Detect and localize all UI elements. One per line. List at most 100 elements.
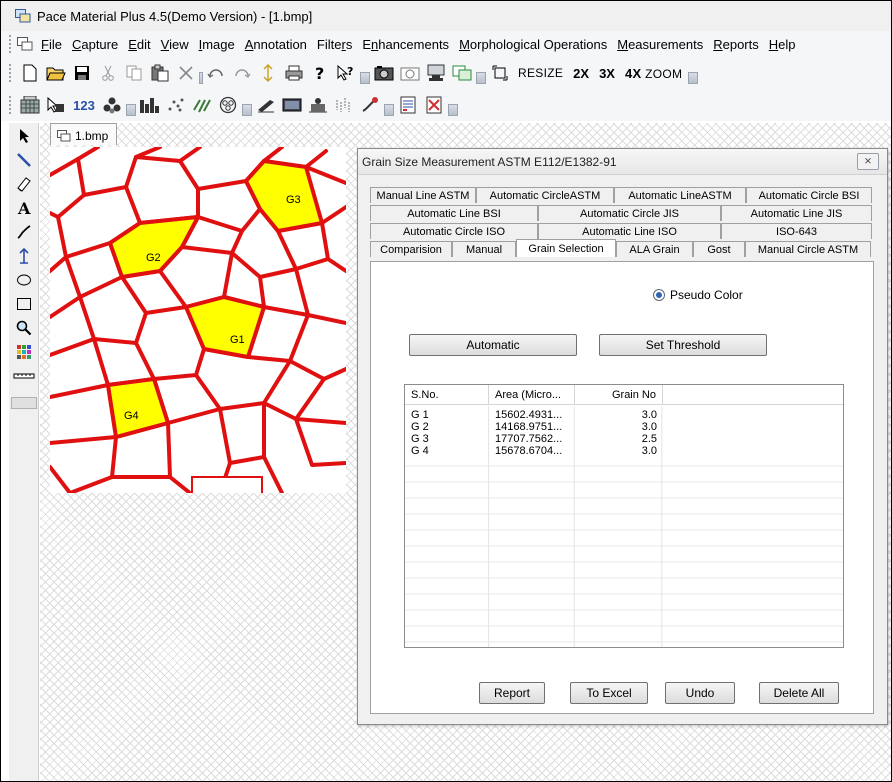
to-excel-button[interactable]: To Excel bbox=[570, 682, 648, 704]
tab-iso-643[interactable]: ISO-643 bbox=[721, 223, 872, 239]
grain-image-canvas[interactable]: G2 G3 G1 G4 bbox=[50, 147, 346, 493]
rotate-button[interactable] bbox=[257, 62, 279, 84]
set-threshold-button[interactable]: Set Threshold bbox=[599, 334, 767, 356]
grip-handle[interactable] bbox=[9, 64, 13, 82]
count-button[interactable]: 123 bbox=[71, 94, 97, 116]
open-file-button[interactable] bbox=[45, 62, 67, 84]
menu-item-view[interactable]: View bbox=[157, 37, 193, 52]
menu-item-help[interactable]: Help bbox=[765, 37, 800, 52]
text-tool-button[interactable]: A bbox=[11, 197, 37, 219]
coating-button[interactable] bbox=[255, 94, 277, 116]
tab-automatic-circle-bsi[interactable]: Automatic Circle BSI bbox=[746, 187, 872, 203]
menu-item-reports[interactable]: Reports bbox=[709, 37, 763, 52]
report-button[interactable]: Report bbox=[479, 682, 545, 704]
document-tab[interactable]: 1.bmp bbox=[50, 123, 118, 145]
undo-button[interactable] bbox=[205, 62, 227, 84]
zoom-tool-button[interactable] bbox=[11, 317, 37, 339]
measure-tool-button[interactable] bbox=[11, 245, 37, 267]
cut-button[interactable] bbox=[97, 62, 119, 84]
new-file-button[interactable] bbox=[19, 62, 41, 84]
tab-ala-grain[interactable]: ALA Grain bbox=[616, 241, 693, 257]
scatter-button[interactable] bbox=[165, 94, 187, 116]
column-header-area[interactable]: Area (Micro... bbox=[489, 385, 575, 404]
phase-button[interactable] bbox=[45, 94, 67, 116]
tab-automatic-circle-iso[interactable]: Automatic Circle ISO bbox=[370, 223, 538, 239]
particles-button[interactable] bbox=[101, 94, 123, 116]
redo-button[interactable] bbox=[231, 62, 253, 84]
camera-button[interactable] bbox=[399, 62, 421, 84]
porosity-button[interactable] bbox=[307, 94, 329, 116]
image-layer-button[interactable] bbox=[281, 94, 303, 116]
capture-button[interactable] bbox=[373, 62, 395, 84]
paste-button[interactable] bbox=[149, 62, 171, 84]
tab-gost[interactable]: Gost bbox=[693, 241, 745, 257]
tab-automatic-lineastm[interactable]: Automatic LineASTM bbox=[614, 187, 746, 203]
column-header-grain-no[interactable]: Grain No bbox=[575, 385, 663, 404]
inclusion-button[interactable] bbox=[333, 94, 355, 116]
report-icon-button[interactable] bbox=[397, 94, 419, 116]
microscope-button[interactable] bbox=[425, 62, 447, 84]
menu-item-enhancements[interactable]: Enhancements bbox=[358, 37, 453, 52]
tab-automatic-circleastm[interactable]: Automatic CircleASTM bbox=[476, 187, 614, 203]
undo-button[interactable]: Undo bbox=[665, 682, 735, 704]
scale-bar-tool-button[interactable] bbox=[11, 365, 37, 387]
grain-results-table[interactable]: S.No. Area (Micro... Grain No G 1 15602.4… bbox=[404, 384, 844, 648]
tab-automatic-circle-jis[interactable]: Automatic Circle JIS bbox=[538, 205, 721, 221]
select-tool-button[interactable] bbox=[11, 125, 37, 147]
table-row[interactable]: G 2 14168.9751... 3.0 bbox=[405, 421, 843, 433]
table-row[interactable]: G 4 15678.6704... 3.0 bbox=[405, 445, 843, 457]
tab-manual[interactable]: Manual bbox=[452, 241, 516, 257]
menu-item-morphological-operations[interactable]: Morphological Operations bbox=[455, 37, 611, 52]
print-button[interactable] bbox=[283, 62, 305, 84]
delete-all-button[interactable]: Delete All bbox=[759, 682, 839, 704]
resize-icon-button[interactable] bbox=[489, 62, 511, 84]
delete-button[interactable] bbox=[175, 62, 197, 84]
copy-button[interactable] bbox=[123, 62, 145, 84]
color-grid-tool-button[interactable] bbox=[11, 341, 37, 363]
context-help-button[interactable]: ? bbox=[335, 62, 357, 84]
graphite-button[interactable] bbox=[191, 94, 213, 116]
tab-automatic-line-bsi[interactable]: Automatic Line BSI bbox=[370, 205, 538, 221]
resize-button[interactable]: RESIZE bbox=[518, 66, 563, 80]
menu-item-edit[interactable]: Edit bbox=[124, 37, 154, 52]
table-row[interactable]: G 1 15602.4931... 3.0 bbox=[405, 409, 843, 421]
tab-comparision[interactable]: Comparision bbox=[370, 241, 452, 257]
dialog-close-button[interactable]: ⨯ bbox=[857, 153, 879, 170]
pseudo-color-option[interactable]: Pseudo Color bbox=[653, 288, 743, 302]
window-overlay-button[interactable] bbox=[451, 62, 473, 84]
zoom-3x-button[interactable]: 3X bbox=[599, 66, 615, 81]
tab-grain-selection[interactable]: Grain Selection bbox=[516, 239, 616, 257]
column-header-sno[interactable]: S.No. bbox=[405, 385, 489, 404]
eraser-tool-button[interactable] bbox=[11, 173, 37, 195]
grip-handle[interactable] bbox=[9, 96, 13, 114]
grip-handle[interactable] bbox=[9, 35, 13, 53]
menu-item-filters[interactable]: Filters bbox=[313, 37, 356, 52]
menu-item-file[interactable]: File bbox=[37, 37, 66, 52]
nodularity-button[interactable] bbox=[217, 94, 239, 116]
tab-manual-line-astm[interactable]: Manual Line ASTM bbox=[370, 187, 476, 203]
histogram-button[interactable] bbox=[139, 94, 161, 116]
pseudo-color-radio[interactable] bbox=[653, 289, 665, 301]
help-button[interactable]: ? bbox=[309, 62, 331, 84]
menu-item-image[interactable]: Image bbox=[195, 37, 239, 52]
save-button[interactable] bbox=[71, 62, 93, 84]
zoom-4x-button[interactable]: 4X ZOOM bbox=[625, 66, 682, 81]
menu-item-annotation[interactable]: Annotation bbox=[241, 37, 311, 52]
menu-item-capture[interactable]: Capture bbox=[68, 37, 122, 52]
automatic-button[interactable]: Automatic bbox=[409, 334, 577, 356]
rectangle-tool-button[interactable] bbox=[11, 293, 37, 315]
tab-automatic-line-iso[interactable]: Automatic Line ISO bbox=[538, 223, 721, 239]
dendrite-button[interactable] bbox=[359, 94, 381, 116]
palette-collapse-handle[interactable] bbox=[11, 397, 37, 409]
table-row[interactable]: G 3 17707.7562... 2.5 bbox=[405, 433, 843, 445]
mdi-window-icon[interactable] bbox=[17, 37, 33, 51]
tab-automatic-line-jis[interactable]: Automatic Line JIS bbox=[721, 205, 872, 221]
dialog-title-bar[interactable]: Grain Size Measurement ASTM E112/E1382-9… bbox=[358, 149, 887, 175]
freehand-tool-button[interactable] bbox=[11, 221, 37, 243]
line-tool-button[interactable] bbox=[11, 149, 37, 171]
ellipse-tool-button[interactable] bbox=[11, 269, 37, 291]
zoom-2x-button[interactable]: 2X bbox=[573, 66, 589, 81]
calibration-button[interactable] bbox=[19, 94, 41, 116]
close-report-button[interactable] bbox=[423, 94, 445, 116]
menu-item-measurements[interactable]: Measurements bbox=[613, 37, 707, 52]
